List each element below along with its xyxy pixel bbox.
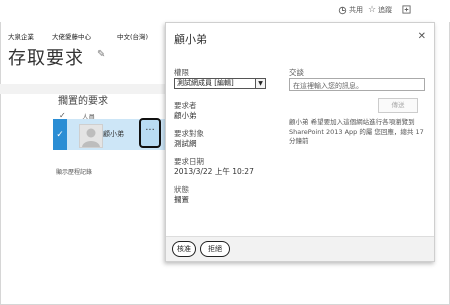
close-icon[interactable]: ✕ xyxy=(418,31,426,42)
row-check-icon[interactable]: ✓ xyxy=(53,119,67,150)
conversation-label: 交談 xyxy=(289,68,304,77)
message-input[interactable]: 在這裡輸入您的訊息。 xyxy=(289,78,425,91)
permission-label: 權限 xyxy=(174,68,189,77)
chevron-down-icon[interactable]: ▼ xyxy=(255,79,265,88)
row-name[interactable]: 顧小弟 xyxy=(103,129,124,139)
focus-button[interactable] xyxy=(402,5,411,14)
target-value: 測試網 xyxy=(174,139,197,148)
share-link[interactable]: 共用 xyxy=(338,5,363,15)
panel-footer: 核准 拒絕 xyxy=(166,236,434,261)
permission-select[interactable]: 測試網成員 [編輯] ▼ xyxy=(174,78,266,89)
focus-icon xyxy=(402,5,411,14)
request-detail-panel: 顧小弟 ✕ 權限 測試網成員 [編輯] ▼ 要求者 顧小弟 要求對象 測試網 要… xyxy=(165,22,435,262)
more-options-button[interactable]: ··· xyxy=(139,118,161,148)
requester-value: 顧小弟 xyxy=(174,111,197,120)
send-button[interactable]: 傳送 xyxy=(378,98,418,113)
star-icon: ☆ xyxy=(368,5,377,15)
nav-link-1[interactable]: 大泉企業 xyxy=(8,31,34,41)
share-label: 共用 xyxy=(349,6,363,14)
top-bar: 共用 ☆ 追蹤 xyxy=(0,0,450,22)
panel-title: 顧小弟 xyxy=(174,33,207,46)
section-title: 擱置的要求 xyxy=(58,96,108,107)
approve-button[interactable]: 核准 xyxy=(172,241,196,257)
decline-button[interactable]: 拒絕 xyxy=(200,241,230,257)
nav-link-3[interactable]: 中文(台灣) xyxy=(117,31,148,41)
permission-value: 測試網成員 [編輯] xyxy=(177,79,234,87)
date-value: 2013/3/22 上午 10:27 xyxy=(174,167,254,176)
nav-link-2[interactable]: 大佬愛藤中心 xyxy=(52,31,91,41)
follow-label: 追蹤 xyxy=(378,6,393,14)
follow-link[interactable]: ☆ 追蹤 xyxy=(368,5,392,15)
edit-icon[interactable]: ✎ xyxy=(97,49,105,60)
request-note: 顧小弟 希望要加入這個網站進行各項瀏覽到SharePoint 2013 App … xyxy=(289,118,424,145)
status-value: 擱置 xyxy=(174,195,189,204)
share-icon xyxy=(338,6,347,14)
page-title: 存取要求 xyxy=(8,48,84,69)
show-history-link[interactable]: 顯示歷程記錄 xyxy=(56,167,92,176)
avatar xyxy=(79,124,103,148)
